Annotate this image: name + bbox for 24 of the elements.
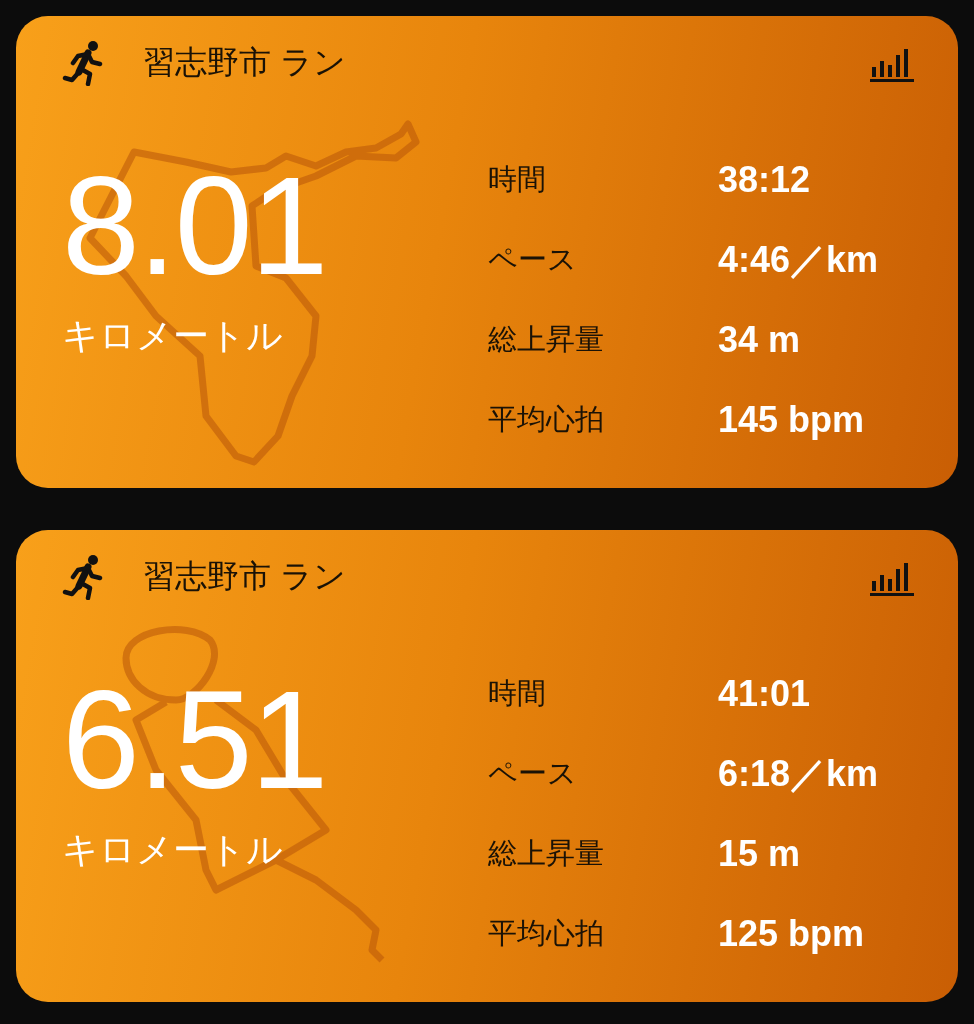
- stat-label: 総上昇量: [488, 322, 604, 357]
- stat-value: 15 m: [718, 832, 801, 876]
- distance-unit: キロメートル: [62, 828, 283, 872]
- distance-value: 6.51: [62, 670, 327, 810]
- stat-label: 総上昇量: [488, 836, 604, 871]
- activity-card[interactable]: 習志野市 ラン 8.01 キロメートル 時間 ペース 総上昇量 平均心拍 38:12 4:46／km 34 m 145 bpm: [16, 16, 958, 488]
- stat-label: ペース: [488, 756, 577, 791]
- stat-label: 時間: [488, 162, 546, 197]
- stat-value: 125 bpm: [718, 912, 865, 956]
- activity-card[interactable]: 習志野市 ラン 6.51 キロメートル 時間 ペース 総上昇量 平均心拍 41:01 6:18／km 15 m 125 bpm: [16, 530, 958, 1002]
- stat-label: 平均心拍: [488, 916, 604, 951]
- activity-title: 習志野市 ラン: [143, 557, 346, 596]
- activity-title: 習志野市 ラン: [143, 43, 346, 82]
- stat-value: 41:01: [718, 672, 811, 716]
- stat-value: 38:12: [718, 158, 811, 202]
- stat-label: 時間: [488, 676, 546, 711]
- stat-label: ペース: [488, 242, 577, 277]
- stat-value: 145 bpm: [718, 398, 865, 442]
- stat-label: 平均心拍: [488, 402, 604, 437]
- stat-value: 6:18／km: [718, 751, 879, 796]
- distance-value: 8.01: [62, 156, 327, 296]
- stat-value: 4:46／km: [718, 237, 879, 282]
- stat-value: 34 m: [718, 318, 801, 362]
- distance-unit: キロメートル: [62, 314, 283, 358]
